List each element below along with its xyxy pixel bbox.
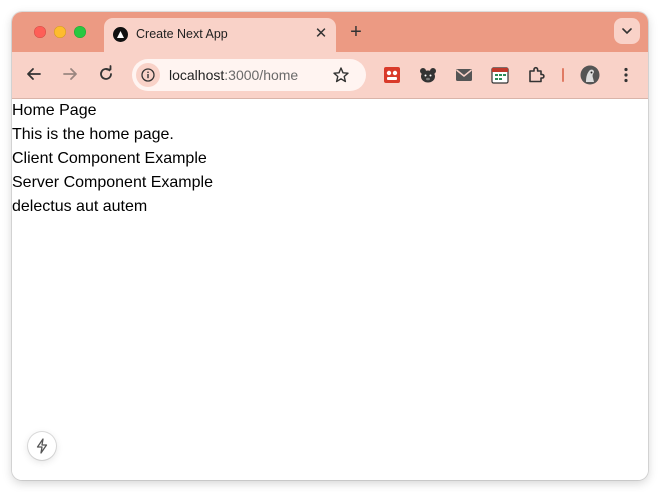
lightning-bolt-icon	[36, 438, 48, 454]
url-host: localhost	[169, 67, 225, 83]
address-bar[interactable]: localhost:3000/home	[132, 59, 366, 91]
forward-button[interactable]	[60, 64, 80, 84]
active-tab[interactable]: Create Next App ✕	[104, 18, 336, 52]
browser-window: Create Next App ✕ + localhost:3000/home	[12, 12, 648, 480]
site-info-icon	[141, 68, 155, 82]
close-window-button[interactable]	[34, 26, 46, 38]
client-component-text: Client Component Example	[12, 150, 207, 167]
toolbar-divider	[562, 68, 564, 82]
bear-extension-icon[interactable]	[418, 65, 438, 85]
calendar-extension-icon[interactable]	[490, 65, 510, 85]
fetched-todo-text: delectus aut autem	[12, 198, 148, 215]
page-heading: Home Page	[12, 102, 97, 119]
back-arrow-icon	[27, 68, 41, 80]
maximize-window-button[interactable]	[74, 26, 86, 38]
profile-avatar-icon[interactable]	[580, 65, 600, 85]
site-info-button[interactable]	[136, 63, 160, 87]
nextjs-favicon-icon	[113, 27, 128, 42]
next-dev-indicator-button[interactable]	[28, 432, 56, 460]
new-tab-button[interactable]: +	[346, 22, 366, 42]
reload-button[interactable]	[96, 64, 116, 84]
page-description: This is the home page.	[12, 126, 174, 143]
forward-arrow-icon	[63, 68, 77, 80]
page-content: Home Page This is the home page. Client …	[12, 99, 648, 480]
server-component-text: Server Component Example	[12, 174, 213, 191]
kebab-menu-icon[interactable]	[616, 65, 636, 85]
tab-close-icon[interactable]: ✕	[313, 26, 329, 42]
minimize-window-button[interactable]	[54, 26, 66, 38]
tab-title: Create Next App	[136, 27, 228, 41]
browser-toolbar: localhost:3000/home	[12, 52, 648, 99]
url-text[interactable]: localhost:3000/home	[169, 67, 298, 83]
back-button[interactable]	[24, 64, 44, 84]
red-extension-icon[interactable]	[382, 65, 402, 85]
tab-search-chevron-icon	[622, 28, 632, 35]
reload-icon	[100, 65, 112, 80]
url-path: :3000/home	[224, 67, 299, 83]
tab-strip: Create Next App ✕ +	[12, 12, 648, 52]
tab-search-button[interactable]	[614, 18, 640, 44]
extensions-puzzle-icon[interactable]	[526, 65, 546, 85]
bookmark-star-icon[interactable]	[332, 66, 350, 84]
mail-extension-icon[interactable]	[454, 65, 474, 85]
